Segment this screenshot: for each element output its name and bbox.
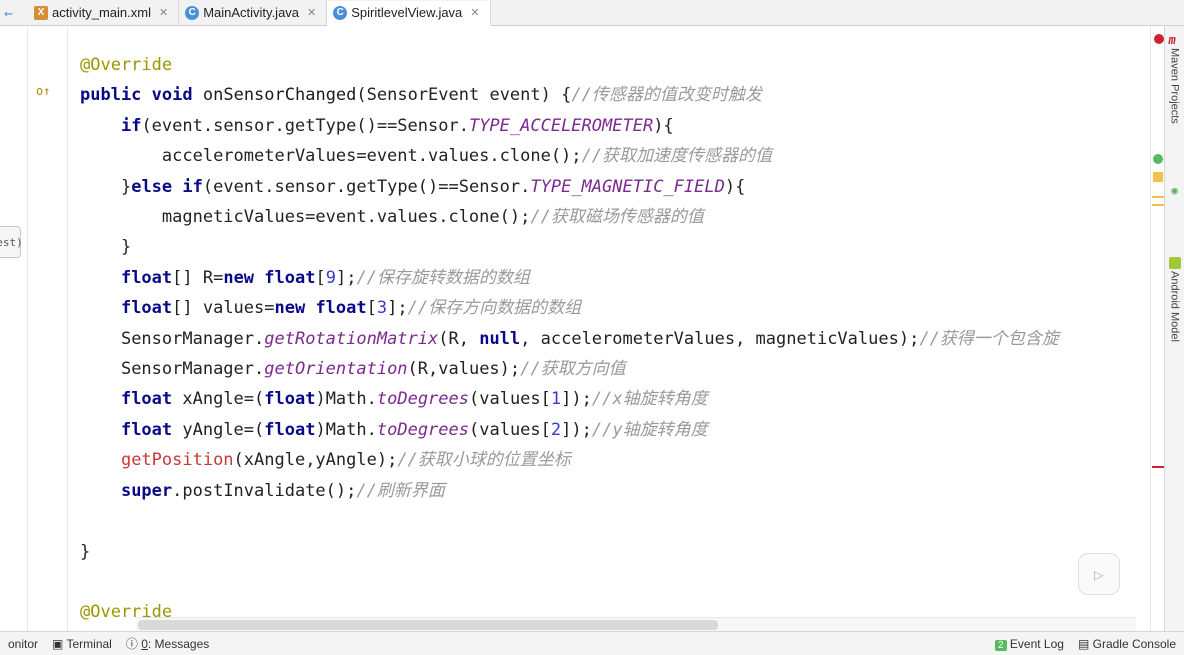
android-model-tool-button[interactable]: Android Model [1169, 257, 1181, 342]
error-line-marker-icon[interactable] [1152, 466, 1164, 468]
error-marker-icon[interactable] [1154, 34, 1164, 44]
play-watermark-icon: ▷ [1078, 553, 1120, 595]
warning-marker-icon[interactable] [1152, 196, 1164, 198]
nav-back-icon[interactable]: ← [4, 4, 13, 22]
gradle-icon: ◉ [1171, 184, 1178, 197]
horizontal-scrollbar[interactable] [136, 617, 1136, 631]
editor-tabs: ← X activity_main.xml ✕ C MainActivity.j… [0, 0, 1184, 26]
maven-icon: m [1169, 33, 1176, 47]
java-file-icon: C [185, 6, 199, 20]
tab-mainactivity[interactable]: C MainActivity.java ✕ [179, 0, 327, 25]
error-stripe[interactable] [1150, 26, 1164, 631]
maven-tool-button[interactable]: m Maven Projects [1169, 32, 1181, 124]
android-monitor-button[interactable]: onitor [8, 637, 38, 651]
close-icon[interactable]: ✕ [307, 6, 316, 19]
right-tool-strip: m Maven Projects ◉ Android Model [1164, 26, 1184, 631]
status-bar: onitor ▣ Terminal ⓘ 0: Messages 2 Event … [0, 631, 1184, 655]
close-icon[interactable]: ✕ [470, 6, 479, 19]
android-icon [1169, 257, 1181, 269]
gradle-console-button[interactable]: ▤ Gradle Console [1078, 637, 1176, 651]
editor-gutter: o↑ [28, 26, 68, 631]
override-gutter-icon[interactable]: o↑ [36, 84, 50, 98]
left-panel-stub[interactable]: est) [0, 226, 21, 258]
tab-activity-main[interactable]: X activity_main.xml ✕ [28, 0, 179, 25]
code-content: @Override public void onSensorChanged(Se… [80, 50, 1150, 628]
warning-marker-icon[interactable] [1152, 204, 1164, 206]
terminal-button[interactable]: ▣ Terminal [52, 637, 112, 651]
warning-marker-icon[interactable] [1153, 172, 1163, 182]
far-gutter [0, 26, 28, 631]
messages-button[interactable]: ⓘ 0: Messages [126, 635, 209, 652]
tab-label: activity_main.xml [52, 5, 151, 20]
close-icon[interactable]: ✕ [159, 6, 168, 19]
tab-label: MainActivity.java [203, 5, 299, 20]
tab-label: SpiritlevelView.java [351, 5, 462, 20]
xml-file-icon: X [34, 6, 48, 20]
ok-marker-icon [1153, 154, 1163, 164]
event-log-button[interactable]: 2 Event Log [995, 637, 1064, 651]
tab-spiritlevelview[interactable]: C SpiritlevelView.java ✕ [327, 1, 490, 26]
gradle-tool-button[interactable]: ◉ [1171, 184, 1178, 197]
code-editor[interactable]: @Override public void onSensorChanged(Se… [68, 26, 1150, 631]
java-file-icon: C [333, 6, 347, 20]
